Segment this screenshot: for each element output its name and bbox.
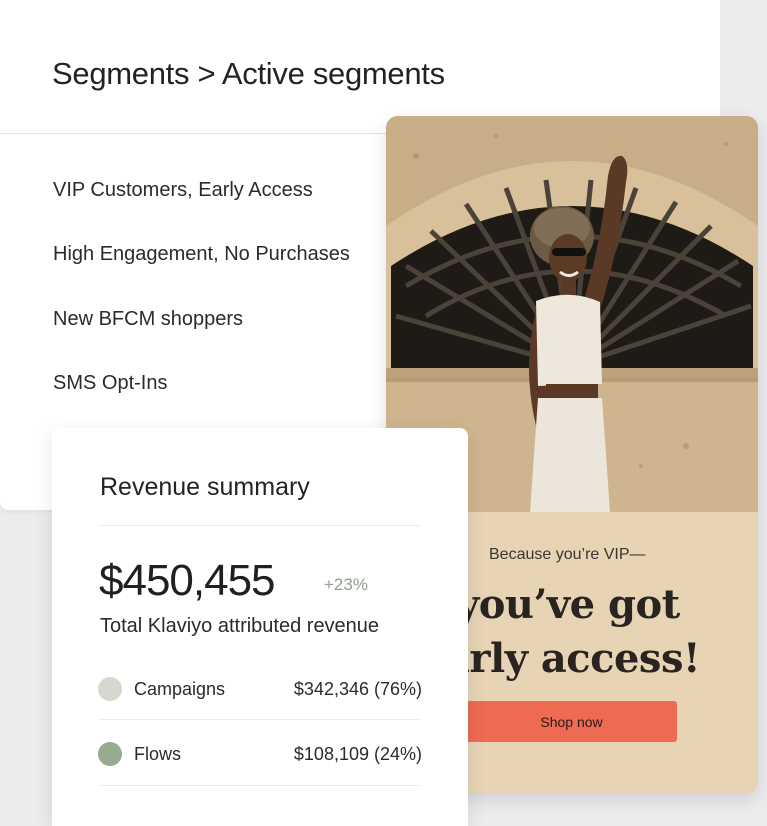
email-headline-line-1: you’ve got <box>456 581 680 628</box>
campaigns-color-dot <box>98 677 122 701</box>
divider <box>98 785 420 786</box>
breakdown-label: Campaigns <box>134 679 226 699</box>
divider <box>98 719 420 720</box>
segment-item-new-bfcm-shoppers[interactable]: New BFCM shoppers <box>53 308 243 331</box>
breadcrumb: Segments > Active segments <box>52 56 445 91</box>
revenue-summary-title: Revenue summary <box>100 473 310 501</box>
flows-color-dot <box>98 742 122 766</box>
email-headline: you’ve got arly access! <box>444 578 758 686</box>
revenue-summary-card: Revenue summary $450,455 +23% Total Klav… <box>52 428 468 826</box>
segment-item-sms-opt-ins[interactable]: SMS Opt-Ins <box>53 372 167 395</box>
breakdown-value: $108,109 (24%) <box>293 744 422 764</box>
segments-header: Segments > Active segments <box>0 0 720 134</box>
breakdown-value: $342,346 (76%) <box>293 679 422 699</box>
breakdown-label: Flows <box>134 744 182 764</box>
email-headline-line-2: arly access! <box>444 635 701 682</box>
revenue-change-badge: +23% <box>324 575 368 594</box>
revenue-total-amount: $450,455 <box>99 556 276 605</box>
breakdown-row-flows: Flows $108,109 (24%) <box>98 738 422 770</box>
divider <box>98 525 420 526</box>
revenue-subtitle: Total Klaviyo attributed revenue <box>100 615 380 637</box>
shop-now-button[interactable]: Shop now <box>466 701 677 742</box>
segment-item-high-engagement[interactable]: High Engagement, No Purchases <box>53 243 350 266</box>
breakdown-row-campaigns: Campaigns $342,346 (76%) <box>98 673 422 705</box>
segment-item-vip-customers[interactable]: VIP Customers, Early Access <box>53 179 313 202</box>
email-kicker: Because you’re VIP— <box>489 546 646 563</box>
